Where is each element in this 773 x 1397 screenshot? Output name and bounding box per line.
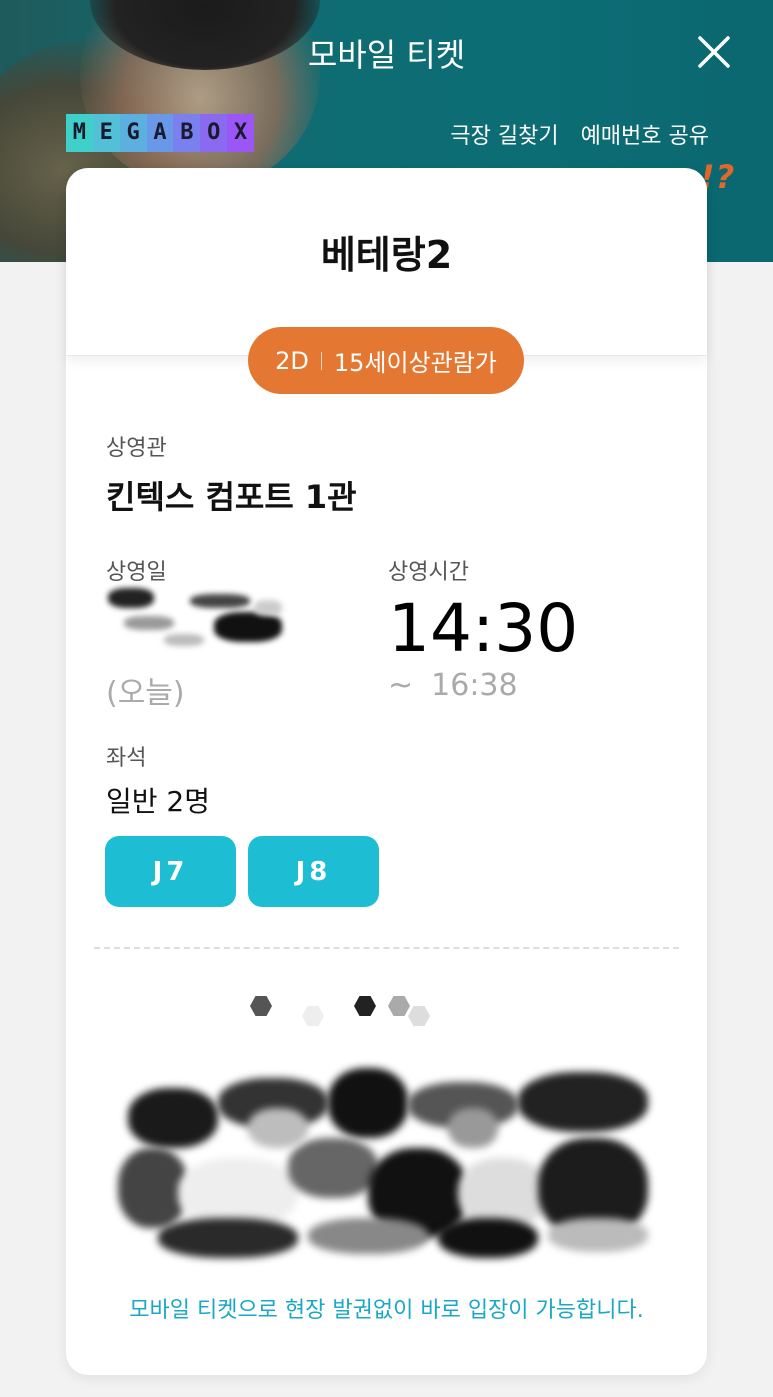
page-title: 모바일 티켓 [307, 36, 466, 74]
mobile-ticket-notice: 모바일 티켓으로 현장 발권없이 바로 입장이 가능합니다. [129, 1298, 644, 1323]
seat-count: 일반 2명 [106, 785, 210, 818]
rating-label: 15세이상관람가 [333, 349, 497, 377]
ticket-card: 베테랑2 2D 15세이상관람가 상영관 킨텍스 컴포트 1관 상영일 (오늘)… [66, 168, 707, 1375]
logo-letter: O [200, 114, 228, 152]
logo-letter: B [173, 114, 201, 152]
format-label: 2D [275, 346, 309, 375]
logo-letter: G [119, 114, 147, 152]
top-links: 극장 길찾기 예매번호 공유 [450, 118, 709, 150]
theater-label: 상영관 [106, 436, 167, 461]
movie-title: 베테랑2 [320, 233, 453, 277]
seat-button-j7[interactable]: J7 [105, 836, 236, 907]
format-rating-badge: 2D 15세이상관람가 [248, 327, 524, 394]
end-time-tilde: ~ [388, 668, 414, 703]
time-label: 상영시간 [388, 560, 469, 585]
close-icon [698, 36, 730, 68]
megabox-logo: MEGABOX [66, 114, 255, 152]
theater-value: 킨텍스 컴포트 1관 [106, 478, 357, 516]
start-time: 14:30 [388, 590, 579, 667]
logo-letter: E [92, 114, 120, 152]
badge-divider [320, 351, 322, 370]
seat-label: 좌석 [106, 746, 147, 771]
redacted-barcode-number [246, 990, 446, 1030]
redacted-barcode [118, 1068, 660, 1258]
dashed-divider [94, 947, 679, 949]
share-booking-number-link[interactable]: 예매번호 공유 [581, 118, 709, 150]
date-label: 상영일 [106, 560, 167, 585]
date-today-label: (오늘) [106, 676, 185, 711]
logo-letter: M [66, 114, 93, 152]
logo-letter: X [227, 114, 255, 152]
logo-letter: A [146, 114, 174, 152]
theater-directions-link[interactable]: 극장 길찾기 [450, 118, 558, 150]
close-button[interactable] [692, 30, 736, 74]
seat-button-j8[interactable]: J8 [248, 836, 379, 907]
end-time-row: ~16:38 [388, 668, 518, 703]
end-time: 16:38 [431, 668, 518, 703]
redacted-date [104, 586, 284, 666]
